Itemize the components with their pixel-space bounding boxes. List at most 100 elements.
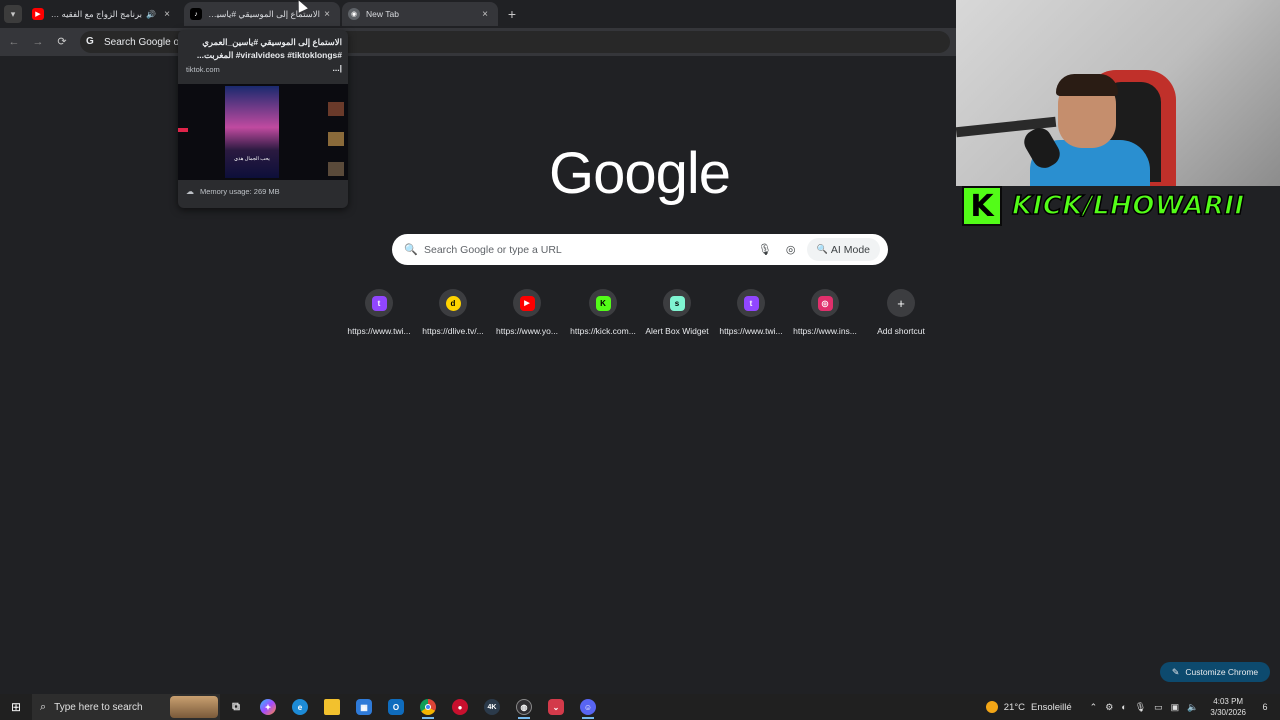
tray-app-icon[interactable]: ⚙ bbox=[1105, 702, 1113, 713]
person-hair bbox=[1056, 74, 1118, 96]
taskbar-search[interactable]: ⌕ Type here to search bbox=[32, 694, 220, 720]
shortcut-label: https://kick.com... bbox=[570, 326, 636, 336]
ai-mode-button[interactable]: 🔍 AI Mode bbox=[806, 238, 880, 261]
tray-app-icon[interactable]: ◐ bbox=[1121, 702, 1126, 712]
pencil-icon: ✎ bbox=[1171, 666, 1180, 677]
volume-icon[interactable]: 🔈 bbox=[1187, 702, 1198, 713]
network-icon[interactable]: ▣ bbox=[1171, 702, 1180, 713]
chrome-icon: ◉ bbox=[348, 8, 360, 20]
webcam-overlay bbox=[956, 0, 1280, 186]
shortcut-label: https://www.ins... bbox=[793, 326, 857, 336]
kick-banner: K KICK/LHOWARII bbox=[962, 186, 1262, 226]
instagram-icon: ◎ bbox=[817, 295, 833, 311]
file-explorer-icon[interactable] bbox=[316, 694, 348, 720]
task-view-icon[interactable]: ⧉ bbox=[220, 694, 252, 720]
google-logo: Google bbox=[549, 141, 731, 206]
store-icon[interactable]: ▦ bbox=[348, 694, 380, 720]
system-tray: 21°C Ensoleillé ⌃ ⚙ ◐ 🎙 ▭ ▣ 🔈 4:03 PM 3/… bbox=[985, 694, 1280, 720]
weather-widget[interactable]: 21°C Ensoleillé bbox=[985, 701, 1072, 713]
close-icon[interactable]: × bbox=[478, 9, 492, 20]
windows-start-icon[interactable]: ⊞ bbox=[0, 694, 32, 720]
weather-temp: 21°C bbox=[1003, 701, 1025, 713]
tab-strip: ▾ ▶ برنامج الزواج مع الفقيه للبحث... 🔊 ×… bbox=[0, 0, 956, 28]
chrome-icon[interactable] bbox=[412, 694, 444, 720]
search-box[interactable]: 🔍 Search Google or type a URL 🎙 ◎ 🔍 AI M… bbox=[392, 234, 888, 265]
plus-icon: + bbox=[897, 295, 905, 311]
customize-chrome-button[interactable]: ✎ Customize Chrome bbox=[1160, 662, 1270, 682]
twitch-icon: t bbox=[743, 295, 759, 311]
microphone-icon[interactable]: 🎙 bbox=[755, 243, 775, 256]
new-tab-button[interactable]: + bbox=[503, 5, 521, 23]
preview-accent bbox=[178, 128, 188, 132]
shortcut-icon-bg: s bbox=[663, 289, 691, 317]
search-icon: 🔍 bbox=[404, 244, 418, 256]
reload-icon[interactable]: ⟳ bbox=[54, 34, 70, 50]
memory-icon: ☁ bbox=[186, 187, 194, 196]
shortcut-instagram[interactable]: ◎ https://www.ins... bbox=[788, 288, 862, 336]
google-g-icon: G bbox=[86, 36, 94, 47]
tab-tiktok[interactable]: ♪ الاستماع إلى الموسيقي #ياسين... × bbox=[184, 2, 340, 26]
clock-date: 3/30/2026 bbox=[1210, 708, 1246, 717]
shortcut-dlive[interactable]: d https://dlive.tv/... bbox=[416, 288, 490, 336]
obs-icon[interactable]: ◍ bbox=[508, 694, 540, 720]
app-pocket-icon[interactable]: ⌄ bbox=[540, 694, 572, 720]
sun-icon bbox=[985, 701, 998, 713]
close-icon[interactable]: × bbox=[160, 9, 174, 20]
shortcut-label: https://www.yo... bbox=[496, 326, 558, 336]
forward-icon[interactable]: → bbox=[30, 34, 46, 50]
memory-text: Memory usage: 269 MB bbox=[200, 187, 280, 196]
customize-label: Customize Chrome bbox=[1185, 667, 1259, 677]
shortcut-twitch[interactable]: t https://www.twi... bbox=[342, 288, 416, 336]
clock-time: 4:03 PM bbox=[1213, 697, 1244, 706]
shortcut-icon-bg: t bbox=[365, 289, 393, 317]
shortcut-youtube[interactable]: ▶ https://www.yo... bbox=[490, 288, 564, 336]
taskbar-search-placeholder: Type here to search bbox=[54, 701, 143, 713]
shortcut-label: Alert Box Widget bbox=[645, 326, 709, 336]
app-4k-icon[interactable]: 4K bbox=[476, 694, 508, 720]
tab-youtube[interactable]: ▶ برنامج الزواج مع الفقيه للبحث... 🔊 × bbox=[26, 2, 180, 26]
taskbar: ⊞ ⌕ Type here to search ⧉ ✦ e ▦ O ● 4K ◍… bbox=[0, 694, 1280, 720]
speaker-icon[interactable]: 🔊 bbox=[146, 10, 156, 19]
preview-thumb bbox=[328, 162, 344, 176]
toolbar: ← → ⟳ G Search Google or bbox=[0, 28, 956, 56]
shortcut-twitch-2[interactable]: t https://www.twi... bbox=[714, 288, 788, 336]
dlive-icon: d bbox=[445, 295, 461, 311]
address-bar-text: Search Google or bbox=[104, 36, 183, 48]
shortcut-icon-bg: ◎ bbox=[811, 289, 839, 317]
shortcut-icon-bg: K bbox=[589, 289, 617, 317]
back-icon[interactable]: ← bbox=[6, 34, 22, 50]
clock[interactable]: 4:03 PM 3/30/2026 bbox=[1210, 696, 1246, 718]
battery-icon[interactable]: ▭ bbox=[1154, 702, 1163, 713]
outlook-icon[interactable]: O bbox=[380, 694, 412, 720]
youtube-icon: ▶ bbox=[32, 8, 44, 20]
tab-hover-card: الاستماع إلى الموسيقي #ياسين_العمري #vir… bbox=[178, 30, 348, 208]
chevron-down-icon: ▾ bbox=[10, 8, 16, 19]
tab-search-button[interactable]: ▾ bbox=[4, 5, 22, 23]
kick-channel-text: KICK/LHOWARII bbox=[1011, 190, 1245, 222]
preview-video: يحب الجمال هذي bbox=[225, 86, 279, 178]
notification-count: 6 bbox=[1262, 702, 1268, 712]
ai-search-icon: 🔍 bbox=[816, 244, 828, 254]
edge-icon[interactable]: e bbox=[284, 694, 316, 720]
shortcut-add[interactable]: + Add shortcut bbox=[864, 288, 938, 336]
ai-mode-label: AI Mode bbox=[830, 243, 870, 256]
shortcut-kick[interactable]: K https://kick.com... bbox=[566, 288, 640, 336]
tab-title: New Tab bbox=[366, 9, 399, 19]
shortcut-icon-bg: d bbox=[439, 289, 467, 317]
preview-thumb bbox=[328, 102, 344, 116]
lens-icon[interactable]: ◎ bbox=[781, 243, 801, 256]
search-input[interactable]: Search Google or type a URL bbox=[424, 244, 755, 256]
search-icon: ⌕ bbox=[40, 700, 47, 713]
close-icon[interactable]: × bbox=[320, 9, 334, 20]
microphone-icon[interactable]: 🎙 bbox=[1135, 702, 1146, 713]
copilot-icon[interactable]: ✦ bbox=[252, 694, 284, 720]
notification-icon[interactable]: 6 bbox=[1256, 702, 1274, 712]
chevron-up-icon[interactable]: ⌃ bbox=[1090, 702, 1098, 713]
discord-icon[interactable]: ☺ bbox=[572, 694, 604, 720]
app-red-icon[interactable]: ● bbox=[444, 694, 476, 720]
tab-title: برنامج الزواج مع الفقيه للبحث... bbox=[50, 8, 143, 19]
tab-new-tab[interactable]: ◉ New Tab × bbox=[342, 2, 498, 26]
shortcut-alert-box[interactable]: s Alert Box Widget bbox=[640, 288, 714, 336]
youtube-icon: ▶ bbox=[519, 295, 535, 311]
tiktok-icon: ♪ bbox=[190, 8, 202, 20]
